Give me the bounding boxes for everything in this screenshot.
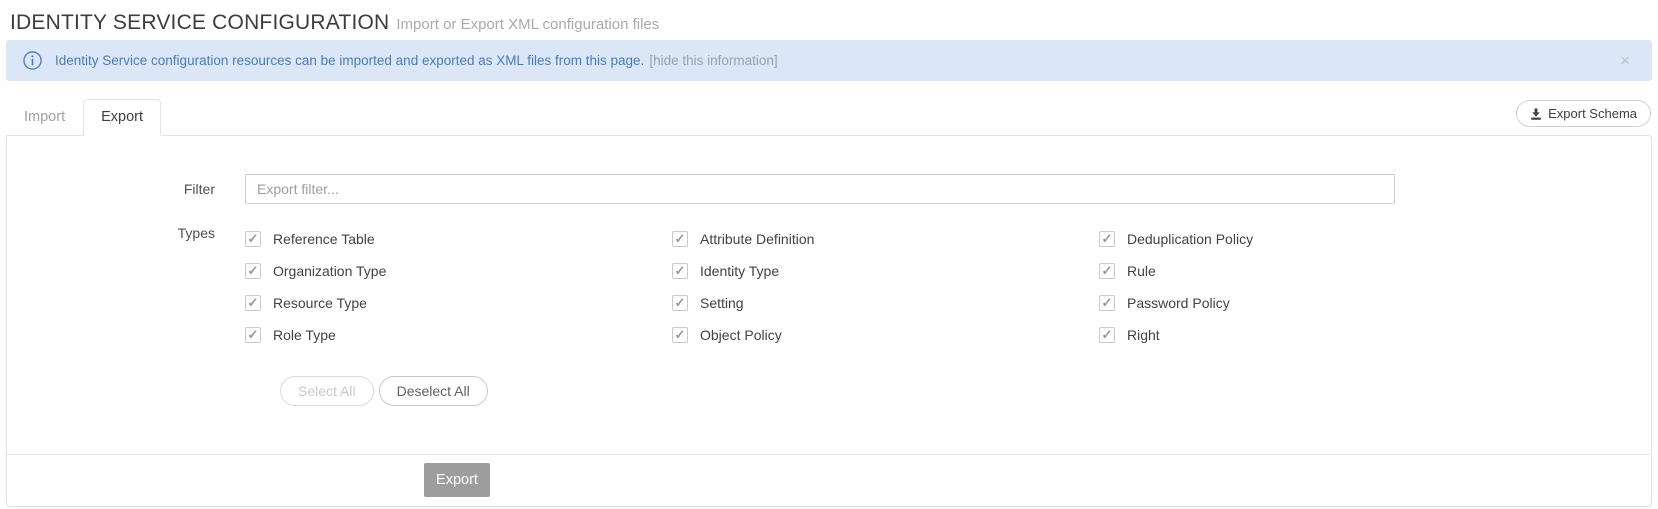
checkbox-checked-icon[interactable] [245,263,261,279]
panel-footer: Export [7,454,1651,506]
type-checkbox-deduplication-policy[interactable]: Deduplication Policy [1099,223,1526,255]
page-subtitle: Import or Export XML configuration files [396,16,659,33]
banner-text: Identity Service configuration resources… [55,53,644,68]
hide-information-link[interactable]: [hide this information] [649,53,777,68]
type-label: Identity Type [700,263,779,279]
type-label: Resource Type [273,295,367,311]
type-checkbox-attribute-definition[interactable]: Attribute Definition [672,223,1099,255]
type-checkbox-resource-type[interactable]: Resource Type [245,287,672,319]
type-label: Deduplication Policy [1127,231,1253,247]
export-form: Filter Types Reference Table Organizatio… [7,136,1651,454]
checkbox-checked-icon[interactable] [1099,327,1115,343]
info-banner: Identity Service configuration resources… [6,40,1652,81]
type-checkbox-rule[interactable]: Rule [1099,255,1526,287]
checkbox-checked-icon[interactable] [245,231,261,247]
checkbox-checked-icon[interactable] [672,327,688,343]
export-schema-label: Export Schema [1548,106,1637,121]
checkbox-checked-icon[interactable] [245,295,261,311]
export-schema-button[interactable]: Export Schema [1516,100,1651,127]
types-row: Types Reference Table Organization Type [7,223,1651,351]
type-checkbox-grid: Reference Table Organization Type Resour… [245,223,1526,351]
type-label: Role Type [273,327,336,343]
type-column-3: Deduplication Policy Rule Password Polic… [1099,223,1526,351]
spacer [7,376,275,406]
identity-service-configuration-page: IDENTITY SERVICE CONFIGURATION Import or … [0,0,1658,507]
filter-label: Filter [7,174,245,204]
tab-import[interactable]: Import [6,99,83,136]
type-label: Organization Type [273,263,386,279]
type-checkbox-setting[interactable]: Setting [672,287,1099,319]
tab-bar: Import Export Export Schema [6,95,1652,135]
type-label: Attribute Definition [700,231,814,247]
download-icon [1530,108,1542,120]
filter-row: Filter [7,174,1651,204]
type-checkbox-password-policy[interactable]: Password Policy [1099,287,1526,319]
type-checkbox-reference-table[interactable]: Reference Table [245,223,672,255]
tab-export[interactable]: Export [83,99,161,136]
type-checkbox-right[interactable]: Right [1099,319,1526,351]
type-checkbox-identity-type[interactable]: Identity Type [672,255,1099,287]
type-checkbox-organization-type[interactable]: Organization Type [245,255,672,287]
type-label: Right [1127,327,1160,343]
checkbox-checked-icon[interactable] [672,295,688,311]
checkbox-checked-icon[interactable] [1099,263,1115,279]
type-label: Setting [700,295,744,311]
types-label: Types [7,223,245,351]
checkbox-checked-icon[interactable] [672,263,688,279]
type-label: Password Policy [1127,295,1230,311]
type-checkbox-object-policy[interactable]: Object Policy [672,319,1099,351]
type-column-1: Reference Table Organization Type Resour… [245,223,672,351]
type-label: Rule [1127,263,1156,279]
export-tab-panel: Filter Types Reference Table Organizatio… [6,135,1652,507]
checkbox-checked-icon[interactable] [1099,295,1115,311]
export-filter-input[interactable] [245,174,1395,204]
page-header: IDENTITY SERVICE CONFIGURATION Import or … [6,0,1652,38]
checkbox-checked-icon[interactable] [245,327,261,343]
type-label: Reference Table [273,231,375,247]
type-checkbox-role-type[interactable]: Role Type [245,319,672,351]
type-column-2: Attribute Definition Identity Type Setti… [672,223,1099,351]
deselect-all-button[interactable]: Deselect All [379,376,488,406]
export-button[interactable]: Export [424,463,490,497]
close-icon[interactable]: × [1616,50,1634,71]
checkbox-checked-icon[interactable] [1099,231,1115,247]
checkbox-checked-icon[interactable] [672,231,688,247]
page-title: IDENTITY SERVICE CONFIGURATION [10,11,389,34]
select-all-button[interactable]: Select All [280,376,374,406]
type-label: Object Policy [700,327,782,343]
selection-buttons-row: Select All Deselect All [7,376,1651,406]
info-icon [23,51,42,70]
